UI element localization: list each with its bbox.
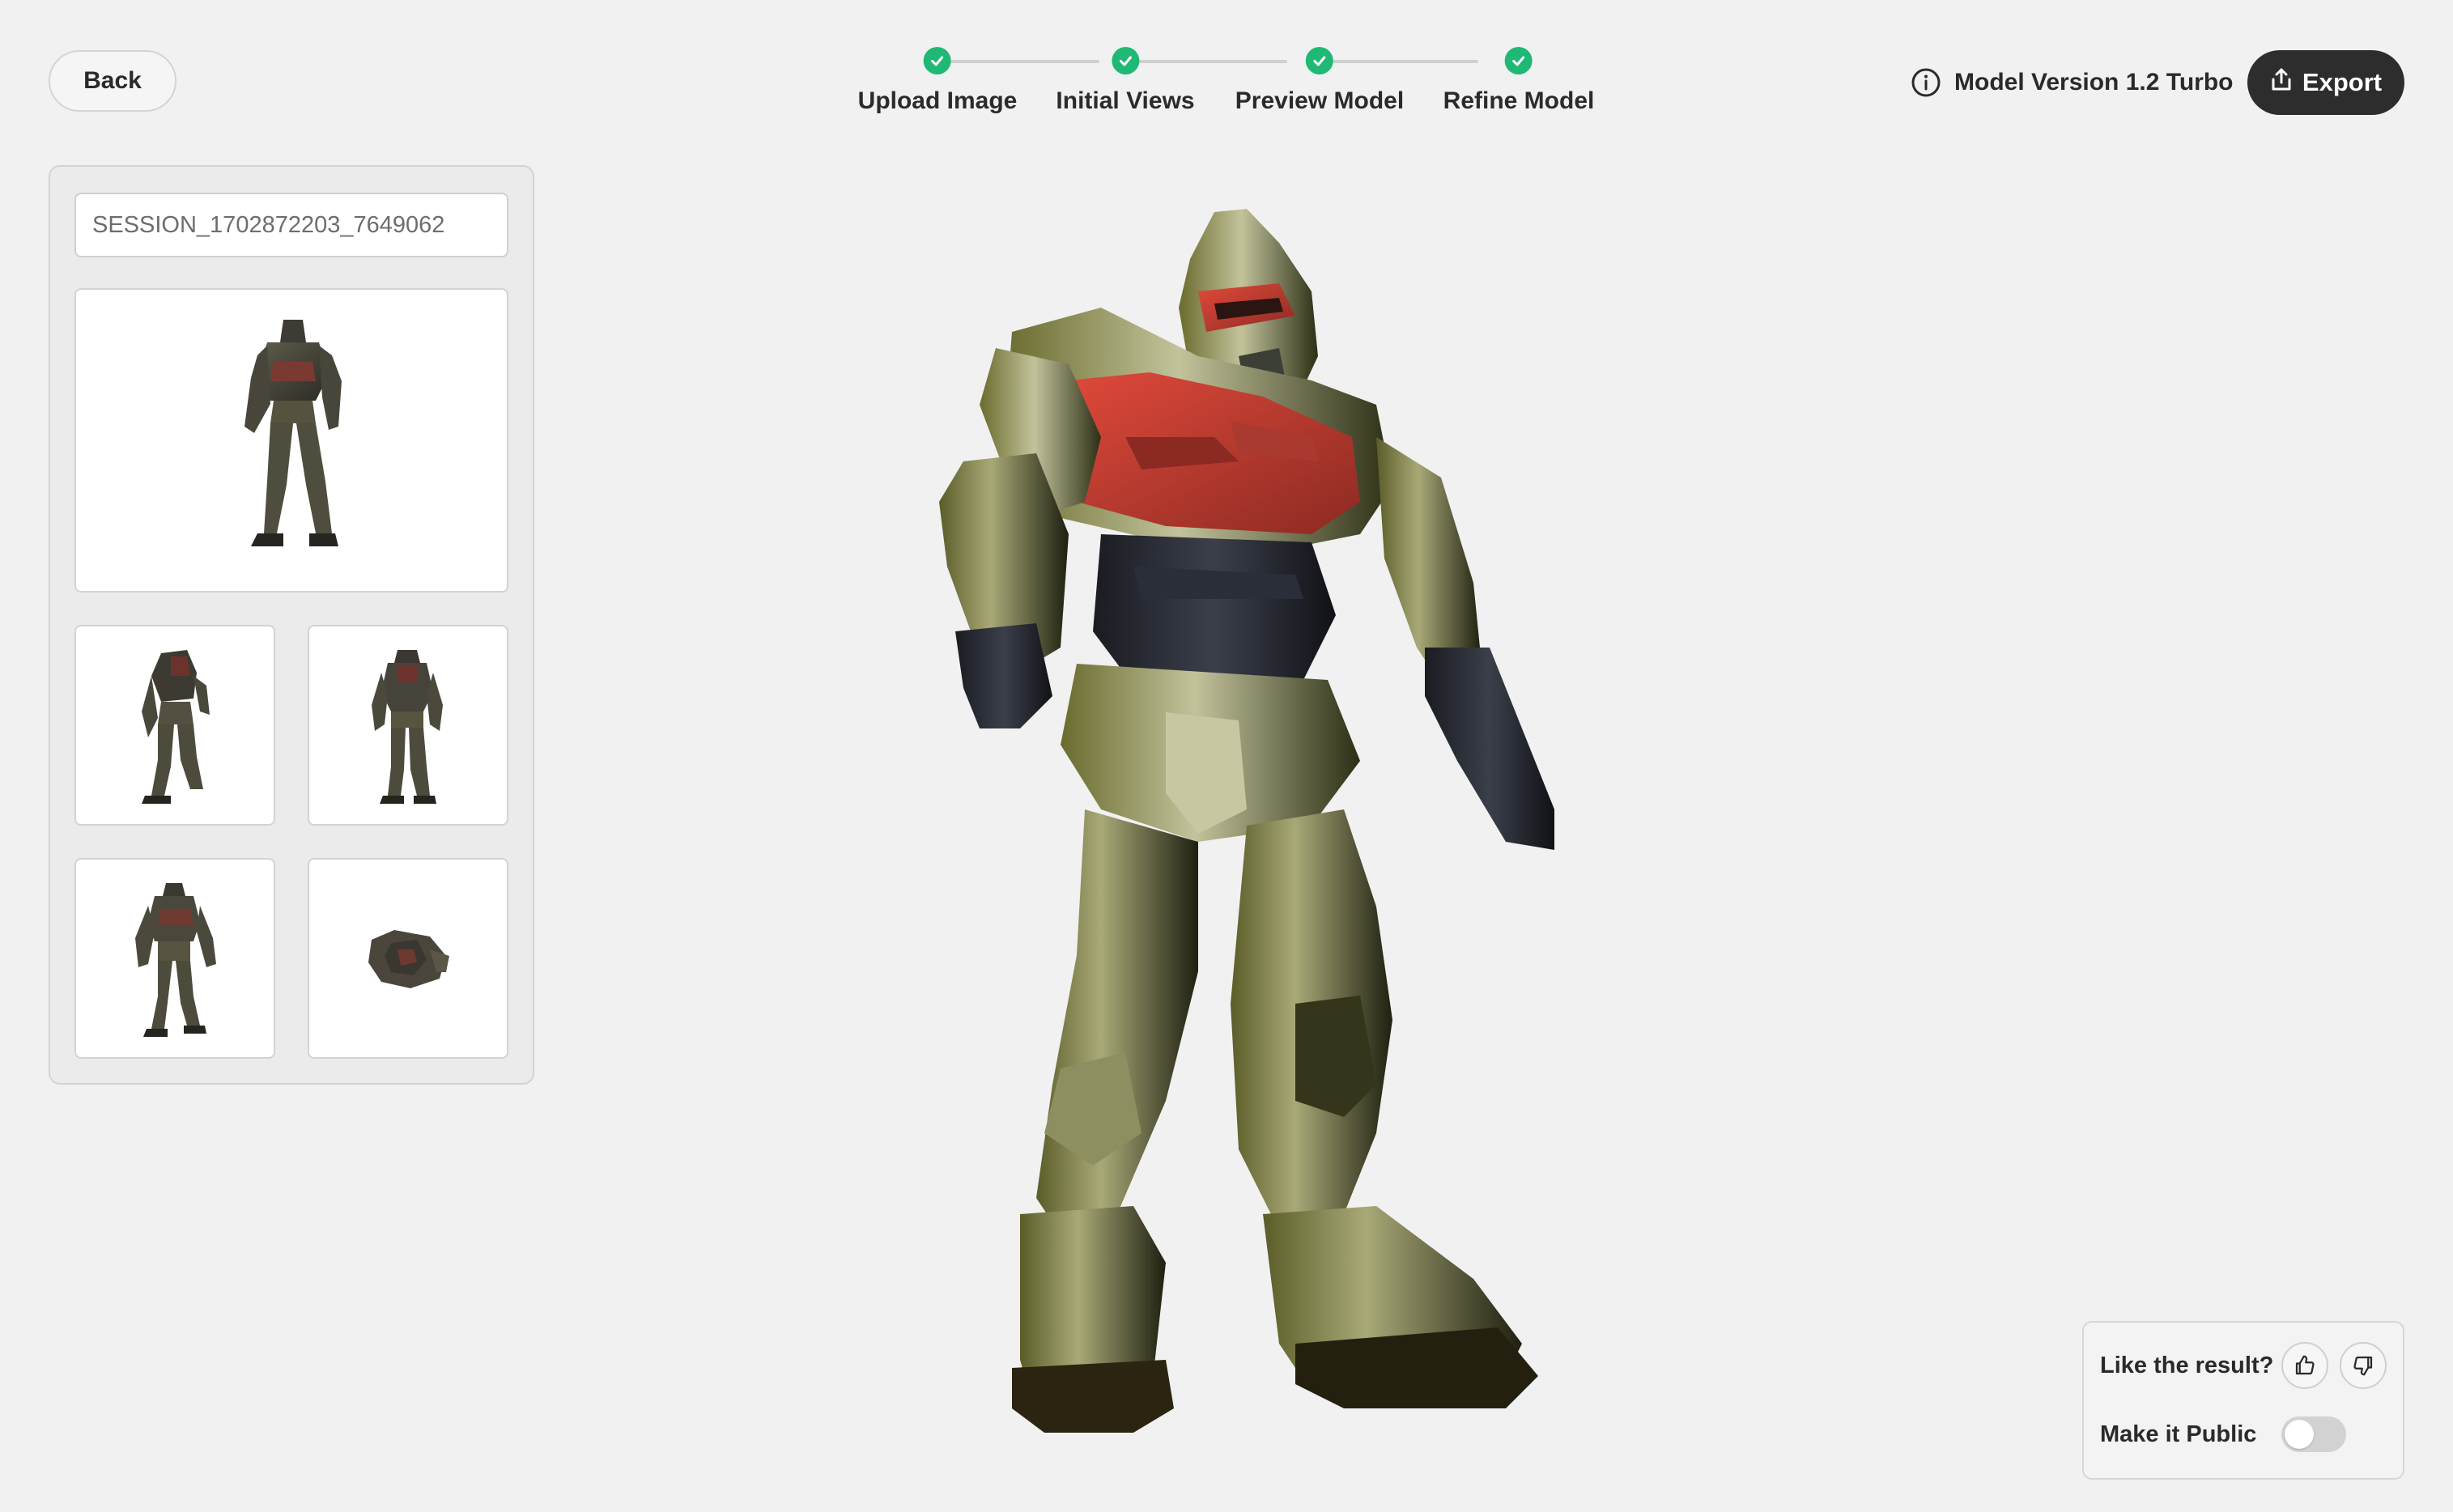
step-label: Refine Model [1443,87,1595,114]
progress-stepper: Upload Image Initial Views Preview Model… [842,44,1603,125]
export-label: Export [2302,68,2383,96]
model-version-info[interactable]: Model Version 1.2 Turbo [1911,65,2234,100]
view-thumbnail-front[interactable] [74,858,275,1059]
back-button[interactable]: Back [49,50,176,112]
step-label: Preview Model [1235,87,1405,114]
feedback-card: Like the result? Make it Public [2082,1321,2404,1480]
check-icon [923,47,951,74]
robot-image [368,930,449,988]
check-icon [1112,47,1139,74]
public-row: Make it Public [2100,1410,2387,1459]
robot-image [142,650,210,804]
robot-image [135,883,216,1037]
step-preview-model[interactable]: Preview Model [1235,44,1404,115]
info-icon[interactable] [1911,67,1941,98]
export-button[interactable]: Export [2247,50,2404,115]
like-label: Like the result? [2100,1352,2274,1378]
model-version-label: Model Version 1.2 Turbo [1954,69,2234,96]
share-icon [2270,67,2293,98]
thumbs-up-icon [2295,1355,2315,1375]
step-refine-model[interactable]: Refine Model [1443,44,1595,115]
view-thumbnail-back[interactable] [74,625,275,826]
thumbs-down-button[interactable] [2340,1342,2387,1389]
step-initial-views[interactable]: Initial Views [1056,44,1195,115]
make-public-toggle[interactable] [2281,1416,2346,1452]
step-label: Initial Views [1056,87,1195,114]
check-icon [1306,47,1333,74]
session-id-input[interactable] [74,193,508,257]
view-thumbnail-rear[interactable] [308,625,508,826]
public-label: Make it Public [2100,1421,2257,1447]
check-icon [1505,47,1533,74]
model-viewer[interactable] [858,194,1554,1441]
robot-image [372,650,443,804]
thumbs-up-button[interactable] [2281,1342,2328,1389]
views-panel [49,165,534,1085]
robot-model-render [939,209,1554,1433]
step-label: Upload Image [857,87,1018,114]
view-thumbnail-top[interactable] [308,858,508,1059]
robot-image [244,320,342,546]
thumbs-down-icon [2353,1356,2373,1376]
toggle-knob [2285,1420,2314,1449]
view-thumbnail-main[interactable] [74,288,508,592]
like-row: Like the result? [2100,1340,2387,1391]
step-upload-image[interactable]: Upload Image [857,44,1018,115]
